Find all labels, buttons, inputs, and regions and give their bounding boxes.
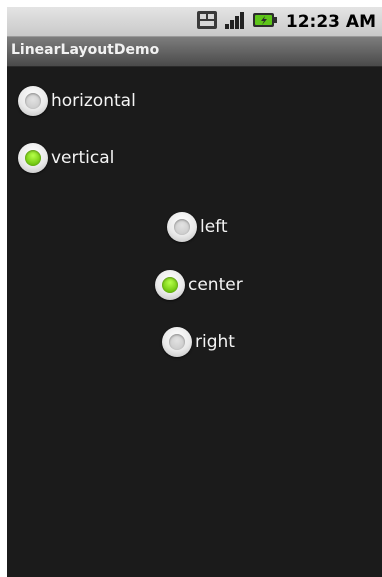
battery-charging-icon	[252, 10, 278, 34]
radio-button-icon[interactable]	[162, 327, 192, 357]
radio-option-horizontal[interactable]: horizontal	[18, 83, 136, 119]
radio-button-checked-icon[interactable]	[18, 143, 48, 173]
radio-button-checked-icon[interactable]	[155, 270, 185, 300]
status-bar: 12:23 AM	[7, 7, 382, 37]
radio-button-icon[interactable]	[18, 86, 48, 116]
radio-label: center	[188, 275, 243, 295]
radio-button-icon[interactable]	[167, 212, 197, 242]
app-title-bar: LinearLayoutDemo	[7, 37, 382, 67]
signal-icon	[224, 10, 246, 34]
app-title: LinearLayoutDemo	[11, 42, 160, 58]
status-icons: 12:23 AM	[196, 10, 376, 34]
radio-label: left	[200, 217, 228, 237]
status-clock: 12:23 AM	[285, 12, 376, 32]
radio-label: right	[195, 332, 235, 352]
radio-option-left[interactable]: left	[167, 209, 228, 245]
device-screen: 12:23 AM LinearLayoutDemo horizontal ver…	[7, 7, 382, 577]
radio-option-right[interactable]: right	[162, 324, 235, 360]
radio-option-center[interactable]: center	[155, 267, 243, 303]
radio-label: horizontal	[51, 91, 136, 111]
usb-debug-icon	[196, 10, 218, 34]
radio-label: vertical	[51, 148, 115, 168]
radio-option-vertical[interactable]: vertical	[18, 140, 114, 176]
